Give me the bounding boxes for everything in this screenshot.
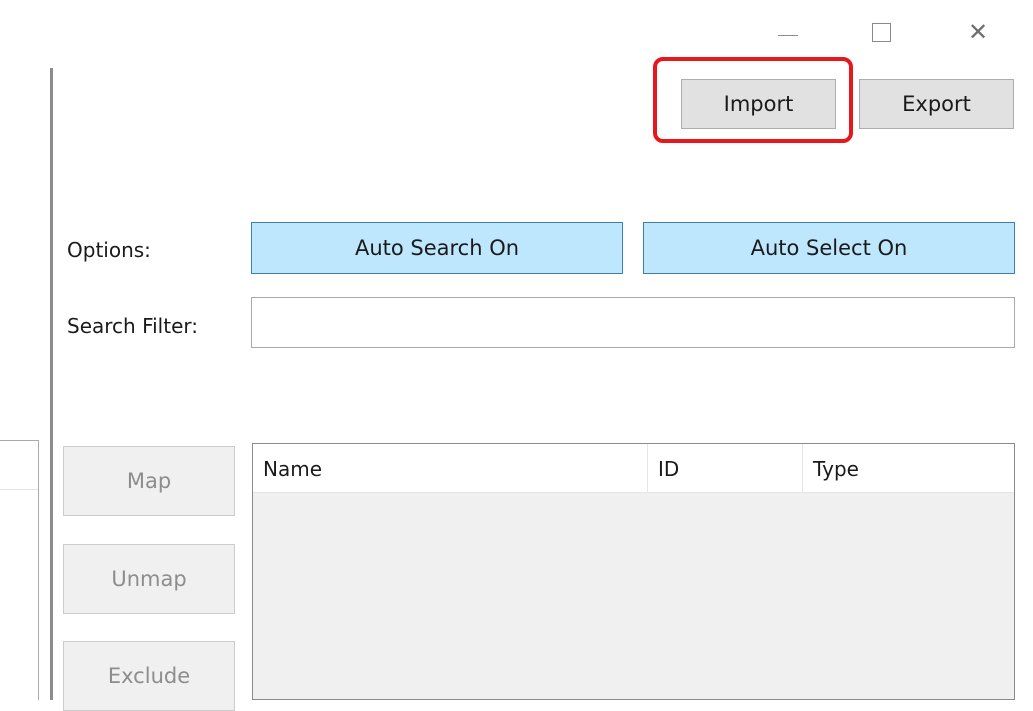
options-label: Options: — [67, 238, 151, 262]
column-header-name[interactable]: Name — [253, 444, 648, 492]
column-header-type[interactable]: Type — [803, 444, 1014, 492]
unmap-button[interactable]: Unmap — [63, 544, 235, 614]
close-icon: ✕ — [967, 18, 989, 46]
exclude-button-label: Exclude — [107, 664, 191, 688]
map-button-label: Map — [126, 469, 172, 493]
auto-search-toggle[interactable]: Auto Search On — [251, 222, 623, 274]
unmap-button-label: Unmap — [111, 567, 187, 591]
minimize-button[interactable] — [765, 14, 811, 50]
column-header-id[interactable]: ID — [648, 444, 803, 492]
left-pane-header — [0, 441, 38, 490]
search-filter-input[interactable] — [251, 297, 1015, 348]
maximize-button[interactable] — [858, 14, 904, 50]
auto-select-label: Auto Select On — [750, 236, 908, 260]
splitter[interactable] — [50, 68, 53, 700]
auto-select-toggle[interactable]: Auto Select On — [643, 222, 1015, 274]
maximize-icon — [871, 22, 891, 42]
export-button-label: Export — [902, 92, 971, 116]
export-button[interactable]: Export — [859, 79, 1014, 129]
left-pane — [0, 440, 39, 700]
import-button-label: Import — [723, 92, 794, 116]
minimize-icon — [778, 34, 798, 36]
mapping-list[interactable]: Name ID Type — [252, 443, 1015, 700]
exclude-button[interactable]: Exclude — [63, 641, 235, 711]
auto-search-label: Auto Search On — [354, 236, 520, 260]
close-button[interactable]: ✕ — [955, 14, 1001, 50]
import-button[interactable]: Import — [681, 79, 836, 129]
search-filter-label: Search Filter: — [67, 314, 198, 338]
list-header: Name ID Type — [253, 444, 1014, 493]
map-button[interactable]: Map — [63, 446, 235, 516]
